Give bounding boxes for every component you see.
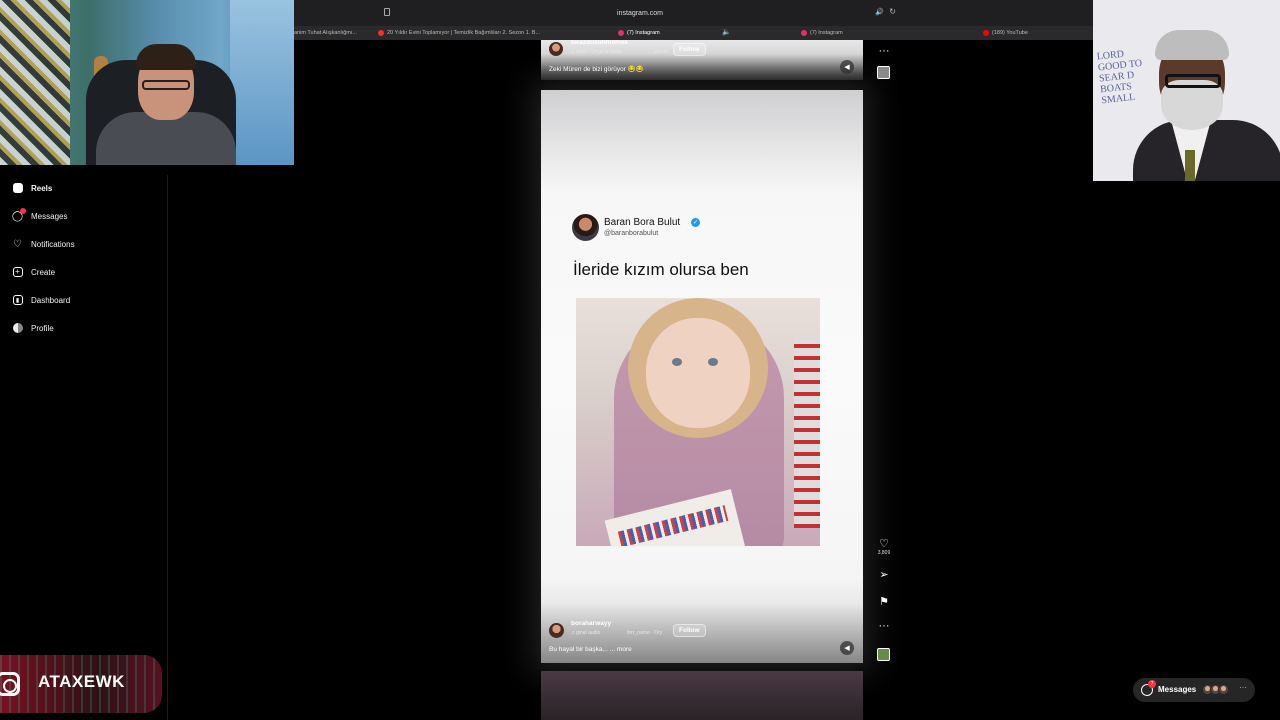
instagram-favicon-icon bbox=[618, 30, 624, 36]
save-button[interactable]: ⚑ bbox=[872, 596, 896, 608]
reel-username[interactable]: boraharwayy bbox=[571, 620, 611, 627]
sidebar-item-notifications[interactable]: ♡ Notifications bbox=[12, 236, 75, 252]
verified-badge-icon: ✓ bbox=[691, 218, 700, 227]
sidebar-item-label: Profile bbox=[31, 323, 54, 333]
sidebar-item-dashboard[interactable]: ▮ Dashboard bbox=[12, 292, 70, 308]
sidebar-item-label: Notifications bbox=[31, 239, 75, 249]
bookmark-icon: ⚑ bbox=[879, 596, 889, 608]
avatar[interactable] bbox=[549, 42, 563, 56]
address-bar[interactable]: instagram.com 🔊 ↻ bbox=[380, 5, 900, 21]
browser-tab-3[interactable]: (7) Instagram bbox=[618, 26, 718, 40]
tweet-handle: @baranborabulut bbox=[604, 230, 659, 237]
follow-button[interactable]: Follow bbox=[673, 43, 706, 56]
reel-caption: Zeki Müren de bizi görüyor 😂😂 bbox=[549, 66, 644, 73]
messages-icon: ◯ bbox=[12, 207, 26, 222]
reel-tagged-user[interactable]: ahmet bbox=[654, 49, 668, 55]
reel-caption[interactable]: Bu hayal bir başka... ... more bbox=[549, 646, 632, 653]
tab-label: 20 Yıldır Evini Toplamıyor | Temizlik Ba… bbox=[387, 30, 541, 36]
avatar[interactable] bbox=[549, 623, 564, 638]
browser-tab-2[interactable]: 20 Yıldır Evini Toplamıyor | Temizlik Ba… bbox=[378, 26, 548, 40]
instagram-favicon-icon bbox=[801, 30, 807, 36]
mute-icon[interactable]: ◀ bbox=[840, 60, 854, 74]
browser-tab-1[interactable]: anim Tuhat Alışkanlığmı... bbox=[294, 26, 364, 40]
messages-drawer-button[interactable]: 7 Messages ··· bbox=[1133, 678, 1255, 702]
streamer-webcam bbox=[0, 0, 294, 165]
messages-count-badge: 7 bbox=[1148, 680, 1156, 688]
browser-tab-5[interactable]: (189) YouTube bbox=[983, 26, 1083, 40]
speaker-icon[interactable]: 🔊 bbox=[875, 8, 884, 16]
instagram-sidebar: Reels ◯ Messages ♡ Notifications + Creat… bbox=[0, 175, 168, 720]
messages-label: Messages bbox=[1158, 685, 1197, 694]
reel-audio[interactable]: ♫ ginal audio bbox=[571, 630, 600, 636]
current-reel[interactable]: Baran Bora Bulut ✓ @baranborabulut İleri… bbox=[541, 90, 863, 663]
tab-label: (7) Instagram bbox=[810, 30, 843, 36]
youtube-favicon-icon bbox=[983, 30, 989, 36]
reel-tagged-user[interactable]: forr_name · Ory bbox=[627, 630, 662, 636]
sidebar-item-label: Dashboard bbox=[31, 295, 71, 305]
sidebar-item-messages[interactable]: ◯ Messages bbox=[12, 207, 68, 224]
sidebar-item-profile[interactable]: Profile bbox=[12, 320, 54, 336]
more-icon: ··· bbox=[878, 620, 890, 632]
youtube-favicon-icon bbox=[378, 30, 384, 36]
tweet-video bbox=[576, 298, 820, 546]
page-info-icon[interactable] bbox=[384, 8, 390, 16]
tab-label: (189) YouTube bbox=[992, 30, 1028, 36]
next-reel[interactable] bbox=[541, 671, 863, 720]
sidebar-item-reels[interactable]: Reels bbox=[12, 180, 52, 196]
sidebar-item-label: Reels bbox=[31, 183, 53, 193]
audio-thumbnail[interactable] bbox=[877, 66, 890, 79]
sidebar-item-label: Messages bbox=[31, 211, 68, 221]
tab-audio-icon[interactable]: 🔈 bbox=[722, 28, 731, 36]
tab-label: anim Tuhat Alışkanlığmı... bbox=[294, 30, 357, 36]
instagram-logo-icon bbox=[0, 672, 20, 696]
reel-username[interactable]: birazdusunmemek bbox=[571, 40, 628, 46]
streamer-brand-overlay: ATAXEWK bbox=[0, 655, 162, 713]
reels-icon bbox=[12, 183, 23, 194]
plus-square-icon: + bbox=[12, 267, 23, 278]
tweet-text: İleride kızım olursa ben bbox=[573, 260, 749, 279]
tweet-author-name: Baran Bora Bulut bbox=[604, 217, 681, 228]
like-button[interactable]: ♡ 3,809 bbox=[872, 538, 896, 556]
dashboard-icon: ▮ bbox=[12, 295, 23, 306]
reel-audio[interactable]: ♫ ettim · Original audio bbox=[571, 49, 622, 55]
share-button[interactable]: ➢ bbox=[872, 569, 896, 581]
address-url: instagram.com bbox=[617, 9, 663, 17]
tweet-avatar bbox=[572, 214, 599, 241]
send-icon: ➢ bbox=[879, 569, 889, 581]
audio-thumbnail[interactable] bbox=[877, 648, 890, 661]
notification-badge bbox=[20, 207, 26, 214]
like-count: 3,809 bbox=[877, 550, 891, 556]
sidebar-item-create[interactable]: + Create bbox=[12, 264, 55, 280]
more-options-icon[interactable]: ··· bbox=[872, 41, 896, 59]
mute-icon[interactable]: ◀ bbox=[840, 641, 854, 655]
more-icon: ··· bbox=[1239, 683, 1247, 692]
follow-button[interactable]: Follow bbox=[673, 624, 706, 637]
reload-icon[interactable]: ↻ bbox=[889, 7, 896, 16]
guest-webcam: LORD GOOD TO SEAR D BOATS SMALL bbox=[1093, 0, 1280, 181]
streamer-name: ATAXEWK bbox=[38, 672, 125, 691]
heart-icon: ♡ bbox=[879, 538, 889, 550]
previous-reel[interactable]: birazdusunmemek ♫ ettim · Original audio… bbox=[541, 40, 863, 80]
more-options-button[interactable]: ··· bbox=[872, 620, 896, 632]
tab-label: (7) Instagram bbox=[627, 30, 660, 36]
sidebar-item-label: Create bbox=[31, 267, 56, 277]
heart-icon: ♡ bbox=[13, 238, 22, 250]
profile-avatar-icon bbox=[12, 323, 23, 334]
recent-contacts-avatars bbox=[1202, 684, 1229, 695]
browser-tab-4[interactable]: (7) Instagram bbox=[801, 26, 901, 40]
